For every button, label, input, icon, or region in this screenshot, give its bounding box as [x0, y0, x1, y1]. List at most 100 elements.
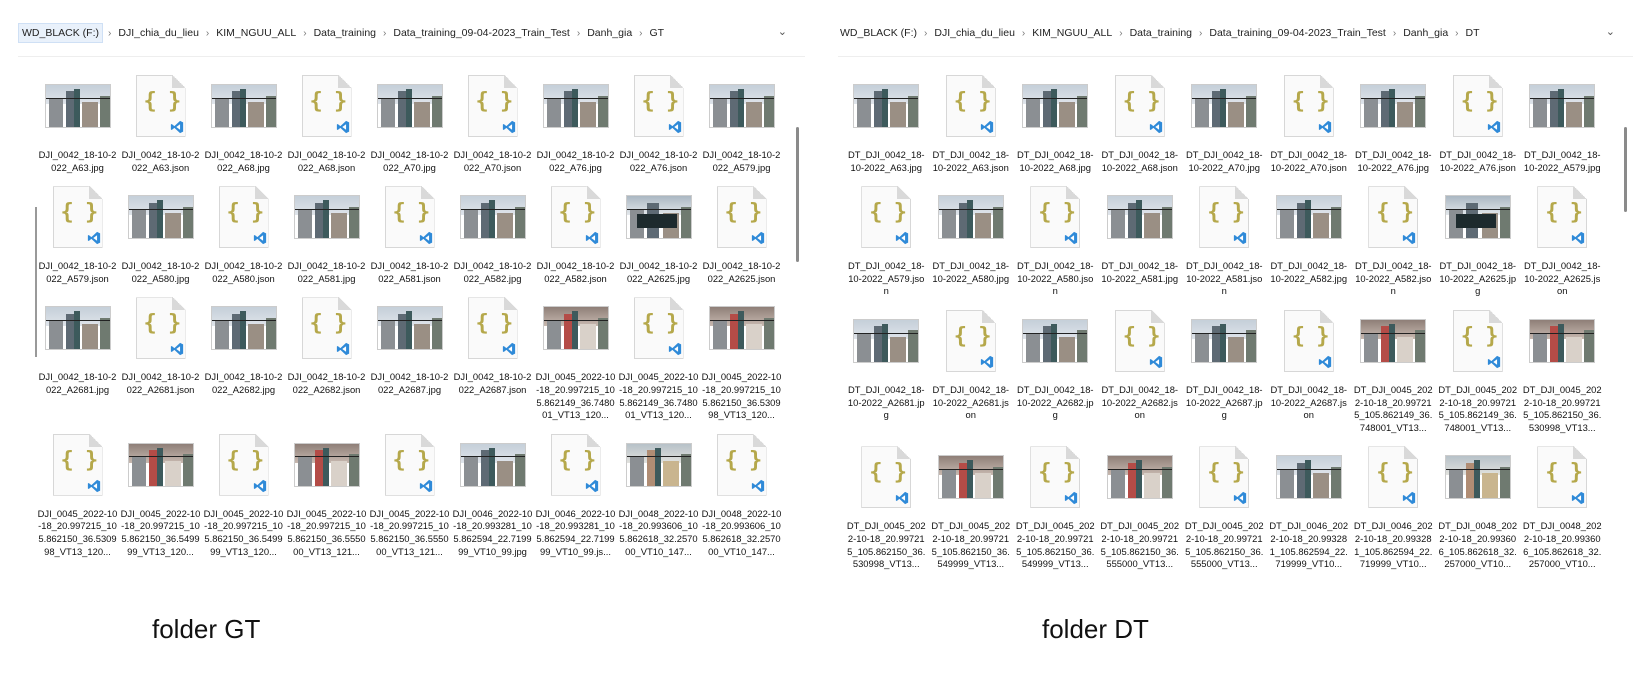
- file-item[interactable]: { } DT_DJI_0045_2022-10-18_20.997215_105.…: [1013, 434, 1098, 570]
- file-item[interactable]: { } DJI_0045_2022-10-18_20.997215_105.862…: [202, 422, 285, 558]
- image-thumbnail: [1023, 85, 1088, 127]
- breadcrumb-item[interactable]: Data_training_09-04-2023_Train_Test: [1207, 27, 1387, 39]
- file-item[interactable]: DJI_0042_18-10-2022_A2682.jpg: [202, 285, 285, 421]
- breadcrumb-item[interactable]: DJI_chia_du_lieu: [116, 27, 201, 39]
- image-thumbnail: [1530, 85, 1595, 127]
- file-item[interactable]: DJI_0045_2022-10-18_20.997215_105.862150…: [119, 422, 202, 558]
- file-item[interactable]: DJI_0042_18-10-2022_A70.jpg: [368, 63, 451, 174]
- breadcrumb-item[interactable]: DJI_chia_du_lieu: [932, 27, 1017, 39]
- file-item[interactable]: DJI_0042_18-10-2022_A581.jpg: [285, 174, 368, 285]
- file-item[interactable]: DT_DJI_0045_2022-10-18_20.997215_105.862…: [1351, 298, 1436, 434]
- file-item[interactable]: DJI_0042_18-10-2022_A579.jpg: [700, 63, 783, 174]
- chevron-down-icon[interactable]: ⌄: [778, 25, 787, 38]
- file-item[interactable]: { } DT_DJI_0042_18-10-2022_A2681.json: [929, 298, 1014, 434]
- file-item[interactable]: { } DJI_0042_18-10-2022_A2682.json: [285, 285, 368, 421]
- file-item[interactable]: DT_DJI_0042_18-10-2022_A70.jpg: [1182, 63, 1267, 174]
- file-item[interactable]: { } DT_DJI_0042_18-10-2022_A579.json: [844, 174, 929, 298]
- json-file-icon: { }: [716, 186, 767, 249]
- file-item[interactable]: DJI_0045_2022-10-18_20.997215_105.862150…: [285, 422, 368, 558]
- file-item[interactable]: DT_DJI_0045_2022-10-18_20.997215_105.862…: [1098, 434, 1183, 570]
- file-item[interactable]: { } DJI_0042_18-10-2022_A68.json: [285, 63, 368, 174]
- breadcrumb-item[interactable]: Danh_gia: [1401, 27, 1450, 39]
- scrollbar[interactable]: [1624, 127, 1627, 212]
- file-item[interactable]: DJI_0042_18-10-2022_A580.jpg: [119, 174, 202, 285]
- breadcrumb-item[interactable]: Data_training: [312, 27, 378, 39]
- file-item[interactable]: { } DT_DJI_0042_18-10-2022_A63.json: [929, 63, 1014, 174]
- file-item[interactable]: { } DT_DJI_0042_18-10-2022_A2682.json: [1098, 298, 1183, 434]
- file-item[interactable]: { } DT_DJI_0042_18-10-2022_A70.json: [1267, 63, 1352, 174]
- file-item[interactable]: DT_DJI_0045_2022-10-18_20.997215_105.862…: [929, 434, 1014, 570]
- file-name: DJI_0042_18-10-2022_A2682.jpg: [204, 371, 283, 395]
- file-item[interactable]: { } DJI_0045_2022-10-18_20.997215_105.862…: [36, 422, 119, 558]
- file-item[interactable]: { } DT_DJI_0045_2022-10-18_20.997215_105.…: [1436, 298, 1521, 434]
- breadcrumb-item[interactable]: KIM_NGUU_ALL: [214, 27, 298, 39]
- file-item[interactable]: { } DJI_0042_18-10-2022_A2681.json: [119, 285, 202, 421]
- breadcrumb-item[interactable]: WD_BLACK (F:): [838, 27, 919, 39]
- file-item[interactable]: DT_DJI_0042_18-10-2022_A68.jpg: [1013, 63, 1098, 174]
- file-item[interactable]: { } DT_DJI_0042_18-10-2022_A581.json: [1182, 174, 1267, 298]
- breadcrumb[interactable]: WD_BLACK (F:) › DJI_chia_du_lieu › KIM_NGUU_…: [838, 20, 1633, 46]
- file-item[interactable]: DT_DJI_0042_18-10-2022_A581.jpg: [1098, 174, 1183, 298]
- file-item[interactable]: { } DT_DJI_0046_2022-10-18_20.993281_105.…: [1351, 434, 1436, 570]
- file-item[interactable]: { } DT_DJI_0042_18-10-2022_A2625.json: [1520, 174, 1605, 298]
- file-item[interactable]: DT_DJI_0048_2022-10-18_20.993606_105.862…: [1436, 434, 1521, 570]
- breadcrumb-item[interactable]: DT: [1464, 27, 1482, 39]
- file-name: DJI_0042_18-10-2022_A2687.json: [453, 371, 532, 395]
- file-item[interactable]: DJI_0045_2022-10-18_20.997215_105.862150…: [700, 285, 783, 421]
- file-name: DJI_0042_18-10-2022_A2681.json: [121, 371, 200, 395]
- file-item[interactable]: DT_DJI_0042_18-10-2022_A580.jpg: [929, 174, 1014, 298]
- file-item[interactable]: DJI_0042_18-10-2022_A68.jpg: [202, 63, 285, 174]
- vscode-icon: [87, 231, 101, 245]
- file-item[interactable]: { } DJI_0048_2022-10-18_20.993606_105.862…: [700, 422, 783, 558]
- file-item[interactable]: DT_DJI_0042_18-10-2022_A2682.jpg: [1013, 298, 1098, 434]
- file-item[interactable]: { } DT_DJI_0042_18-10-2022_A582.json: [1351, 174, 1436, 298]
- file-item[interactable]: DT_DJI_0042_18-10-2022_A582.jpg: [1267, 174, 1352, 298]
- image-thumbnail: [543, 307, 608, 350]
- file-item[interactable]: DT_DJI_0042_18-10-2022_A2625.jpg: [1436, 174, 1521, 298]
- file-item[interactable]: DJI_0042_18-10-2022_A2681.jpg: [36, 285, 119, 421]
- file-item[interactable]: DJI_0042_18-10-2022_A2625.jpg: [617, 174, 700, 285]
- chevron-down-icon[interactable]: ⌄: [1606, 25, 1615, 38]
- file-item[interactable]: DJI_0045_2022-10-18_20.997215_105.862149…: [534, 285, 617, 421]
- file-item[interactable]: { } DT_DJI_0045_2022-10-18_20.997215_105.…: [1182, 434, 1267, 570]
- file-item[interactable]: { } DJI_0042_18-10-2022_A63.json: [119, 63, 202, 174]
- file-item[interactable]: { } DT_DJI_0045_2022-10-18_20.997215_105.…: [844, 434, 929, 570]
- file-item[interactable]: DJI_0042_18-10-2022_A63.jpg: [36, 63, 119, 174]
- breadcrumb[interactable]: WD_BLACK (F:) › DJI_chia_du_lieu › KIM_NGUU_…: [18, 20, 805, 46]
- file-item[interactable]: DT_DJI_0045_2022-10-18_20.997215_105.862…: [1520, 298, 1605, 434]
- file-item[interactable]: { } DJI_0042_18-10-2022_A76.json: [617, 63, 700, 174]
- file-item[interactable]: { } DJI_0042_18-10-2022_A70.json: [451, 63, 534, 174]
- breadcrumb-item[interactable]: KIM_NGUU_ALL: [1030, 27, 1114, 39]
- file-item[interactable]: { } DJI_0042_18-10-2022_A580.json: [202, 174, 285, 285]
- file-item[interactable]: DT_DJI_0042_18-10-2022_A76.jpg: [1351, 63, 1436, 174]
- file-item[interactable]: DJI_0048_2022-10-18_20.993606_105.862618…: [617, 422, 700, 558]
- scrollbar[interactable]: [796, 127, 799, 262]
- breadcrumb-item[interactable]: GT: [648, 27, 667, 39]
- file-item[interactable]: { } DT_DJI_0042_18-10-2022_A580.json: [1013, 174, 1098, 298]
- file-item[interactable]: { } DJI_0045_2022-10-18_20.997215_105.862…: [368, 422, 451, 558]
- file-item[interactable]: DT_DJI_0042_18-10-2022_A579.jpg: [1520, 63, 1605, 174]
- file-item[interactable]: { } DJI_0042_18-10-2022_A582.json: [534, 174, 617, 285]
- file-item[interactable]: DJI_0042_18-10-2022_A2687.jpg: [368, 285, 451, 421]
- file-item[interactable]: { } DT_DJI_0042_18-10-2022_A76.json: [1436, 63, 1521, 174]
- file-item[interactable]: { } DJI_0042_18-10-2022_A2687.json: [451, 285, 534, 421]
- file-item[interactable]: { } DJI_0042_18-10-2022_A581.json: [368, 174, 451, 285]
- file-item[interactable]: DT_DJI_0042_18-10-2022_A2687.jpg: [1182, 298, 1267, 434]
- file-item[interactable]: { } DJI_0046_2022-10-18_20.993281_105.862…: [534, 422, 617, 558]
- file-item[interactable]: { } DJI_0042_18-10-2022_A2625.json: [700, 174, 783, 285]
- file-item[interactable]: { } DT_DJI_0048_2022-10-18_20.993606_105.…: [1520, 434, 1605, 570]
- file-item[interactable]: { } DJI_0042_18-10-2022_A579.json: [36, 174, 119, 285]
- file-item[interactable]: DT_DJI_0042_18-10-2022_A2681.jpg: [844, 298, 929, 434]
- breadcrumb-item[interactable]: Data_training: [1128, 27, 1194, 39]
- file-item[interactable]: { } DT_DJI_0042_18-10-2022_A2687.json: [1267, 298, 1352, 434]
- file-item[interactable]: DT_DJI_0042_18-10-2022_A63.jpg: [844, 63, 929, 174]
- breadcrumb-item[interactable]: Danh_gia: [585, 27, 634, 39]
- file-item[interactable]: DJI_0046_2022-10-18_20.993281_105.862594…: [451, 422, 534, 558]
- file-item[interactable]: DJI_0042_18-10-2022_A76.jpg: [534, 63, 617, 174]
- file-item[interactable]: DT_DJI_0046_2022-10-18_20.993281_105.862…: [1267, 434, 1352, 570]
- file-item[interactable]: { } DT_DJI_0042_18-10-2022_A68.json: [1098, 63, 1183, 174]
- breadcrumb-item[interactable]: WD_BLACK (F:): [18, 23, 104, 43]
- file-item[interactable]: { } DJI_0045_2022-10-18_20.997215_105.862…: [617, 285, 700, 421]
- breadcrumb-item[interactable]: Data_training_09-04-2023_Train_Test: [391, 27, 571, 39]
- file-item[interactable]: DJI_0042_18-10-2022_A582.jpg: [451, 174, 534, 285]
